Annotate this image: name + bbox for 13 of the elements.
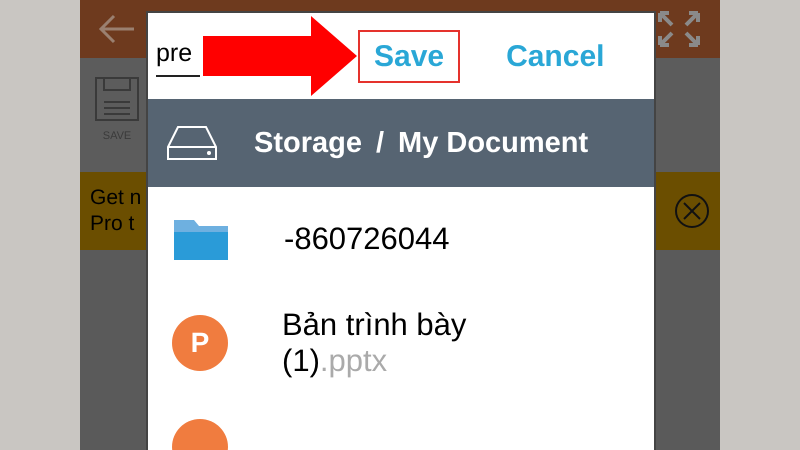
filename-field[interactable]: pre	[156, 35, 200, 77]
expand-icon[interactable]	[656, 9, 702, 49]
file-name[interactable]: -860726044	[284, 221, 524, 257]
close-icon[interactable]	[674, 193, 710, 229]
file-name[interactable]: Bản trình bày (1).pptx	[282, 307, 522, 379]
banner-text: Get n	[90, 185, 142, 211]
breadcrumb-separator: /	[376, 128, 384, 158]
presentation-file-icon: P	[172, 315, 228, 371]
breadcrumb-item[interactable]: Storage	[254, 128, 362, 158]
breadcrumb-item[interactable]: My Document	[398, 128, 588, 158]
banner-text: Pro t	[90, 211, 136, 237]
storage-drive-icon	[166, 125, 218, 161]
back-arrow-icon[interactable]	[98, 14, 136, 44]
